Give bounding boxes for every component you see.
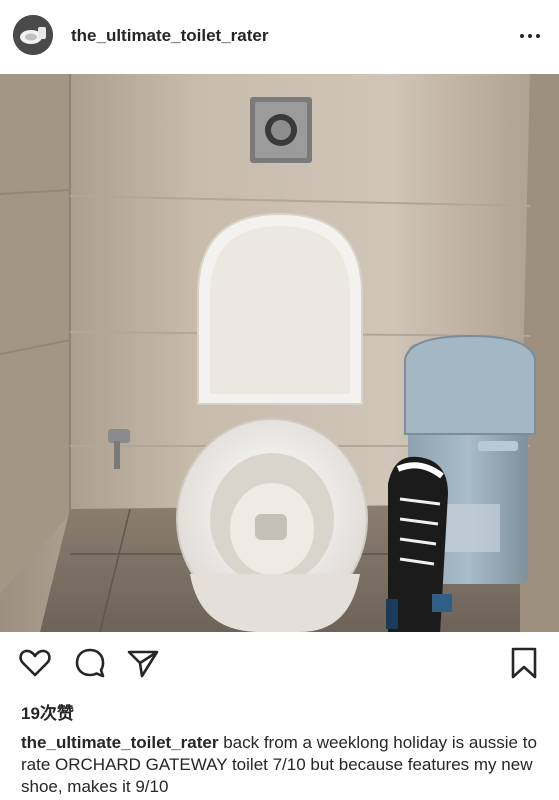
more-horizontal-icon[interactable] bbox=[518, 24, 542, 48]
send-icon[interactable] bbox=[126, 646, 160, 680]
toilet-avatar-icon bbox=[13, 15, 53, 55]
caption-username[interactable]: the_ultimate_toilet_rater bbox=[21, 733, 218, 752]
post-actions bbox=[0, 632, 559, 694]
heart-icon[interactable] bbox=[18, 646, 52, 680]
username[interactable]: the_ultimate_toilet_rater bbox=[71, 26, 268, 46]
comment-icon[interactable] bbox=[73, 646, 107, 680]
avatar[interactable] bbox=[13, 15, 53, 55]
caption: the_ultimate_toilet_rater back from a we… bbox=[21, 732, 546, 798]
likes-count[interactable]: 19次赞 bbox=[21, 699, 74, 724]
post-photo bbox=[0, 74, 559, 632]
bookmark-icon[interactable] bbox=[507, 646, 541, 680]
post-header: the_ultimate_toilet_rater bbox=[0, 0, 559, 74]
